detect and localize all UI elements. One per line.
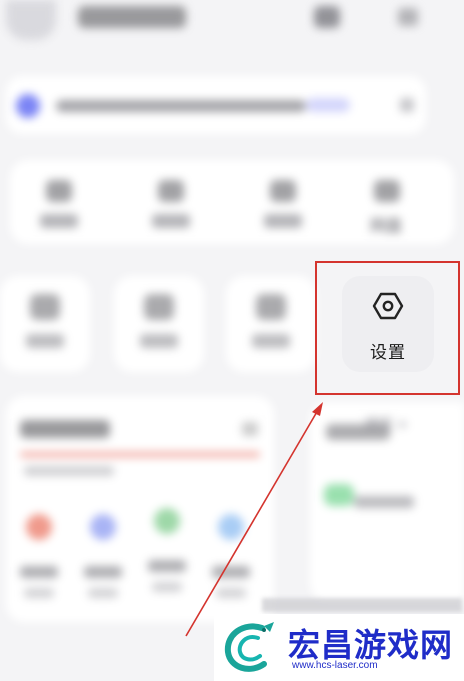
chevron-right-icon	[400, 98, 414, 112]
grid-tile[interactable]	[252, 168, 312, 238]
banner-tag	[306, 98, 350, 112]
cloud-drive-icon	[374, 180, 400, 202]
app-item[interactable]	[142, 508, 192, 598]
tile-label	[264, 214, 302, 228]
side-card[interactable]: 请视 >	[310, 402, 464, 602]
header-title	[78, 6, 186, 28]
app-meta	[24, 588, 54, 598]
grid-tile[interactable]	[0, 276, 90, 372]
grid-tile[interactable]	[28, 168, 88, 238]
grid-tile-storage[interactable]: 网盘	[356, 168, 416, 238]
app-item[interactable]	[14, 514, 64, 604]
recent-apps-card	[6, 396, 274, 622]
tile-icon	[46, 180, 72, 202]
tile-label	[140, 334, 178, 348]
header-action-icon[interactable]	[314, 6, 340, 28]
card-subtitle	[24, 466, 114, 476]
feature-grid: 网盘	[10, 160, 454, 244]
app-name	[20, 566, 58, 578]
notice-banner[interactable]	[6, 76, 426, 134]
app-icon	[218, 514, 244, 540]
avatar[interactable]	[6, 0, 56, 40]
tile-label	[252, 334, 290, 348]
grid-tile[interactable]	[140, 168, 200, 238]
phone-screen: 网盘 请视 > 设置 宏昌游戏网 www.hcs-laser.com	[0, 0, 464, 681]
app-name	[148, 560, 186, 572]
dragon-logo-icon	[224, 622, 274, 672]
tile-icon	[256, 294, 286, 320]
header-more-icon[interactable]	[398, 8, 418, 26]
banner-text	[56, 100, 306, 112]
app-icon	[90, 514, 116, 540]
tile-icon	[144, 294, 174, 320]
tile-icon	[30, 294, 60, 320]
app-item[interactable]	[78, 514, 128, 604]
side-card-link[interactable]: 请视 >	[364, 414, 408, 434]
tile-icon	[158, 180, 184, 202]
grid-tile[interactable]	[114, 276, 204, 372]
app-icon	[26, 514, 52, 540]
card-title	[20, 420, 110, 438]
watermark-url: www.hcs-laser.com	[292, 660, 378, 671]
app-name	[212, 566, 250, 578]
tile-label	[26, 334, 64, 348]
more-icon[interactable]	[242, 422, 258, 436]
app-meta	[88, 588, 118, 598]
tile-label	[152, 214, 190, 228]
app-meta	[216, 588, 246, 598]
side-card-icon	[324, 484, 354, 506]
app-icon	[154, 508, 180, 534]
progress-bar	[20, 452, 260, 457]
tile-label-storage: 网盘	[369, 216, 402, 235]
highlight-box	[315, 261, 460, 395]
app-item[interactable]	[206, 514, 256, 604]
tile-icon	[270, 180, 296, 202]
app-meta	[152, 582, 182, 592]
tile-label	[40, 214, 78, 228]
side-card-text	[354, 496, 414, 508]
banner-icon	[16, 94, 40, 118]
grid-tile[interactable]	[226, 276, 316, 372]
watermark-strip	[262, 598, 462, 612]
app-name	[84, 566, 122, 578]
